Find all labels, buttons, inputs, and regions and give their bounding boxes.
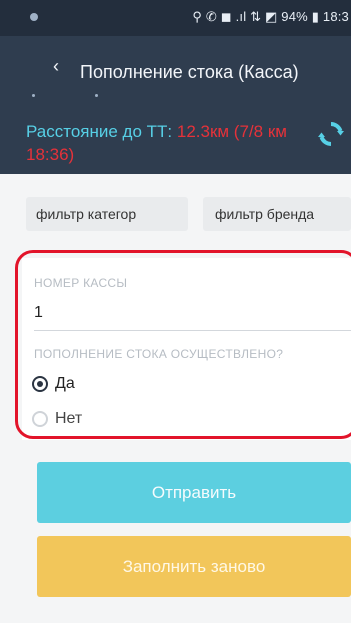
status-icons: ⚲ ✆ ◼ .ıl ⇅ ◩ 94% ▮ 18:3 [192,9,349,24]
tab-indicator-dot [32,94,35,97]
distance-bar: Расстояние до ТТ: 12.3км (7/8 км 18:36) [0,114,351,174]
category-filter[interactable]: фильтр категор [26,197,188,231]
notification-icon [30,13,38,21]
highlight-annotation [15,250,351,439]
page-title: Пополнение стока (Касса) [80,62,299,82]
reset-button[interactable]: Заполнить заново [37,536,351,597]
app-bar: ‹ Пополнение стока (Касса) [0,36,351,114]
refresh-icon[interactable] [315,118,347,150]
distance-label: Расстояние до ТТ: [26,122,173,141]
tab-indicator-dot [95,94,98,97]
chevron-left-icon[interactable]: ‹ [44,54,68,78]
send-button[interactable]: Отправить [37,462,351,523]
status-bar: ⚲ ✆ ◼ .ıl ⇅ ◩ 94% ▮ 18:3 [0,0,351,36]
distance-text: Расстояние до ТТ: 12.3км (7/8 км 18:36) [26,120,296,166]
screen: ⚲ ✆ ◼ .ıl ⇅ ◩ 94% ▮ 18:3 ‹ Пополнение ст… [0,0,351,623]
brand-filter[interactable]: фильтр бренда [203,197,351,231]
